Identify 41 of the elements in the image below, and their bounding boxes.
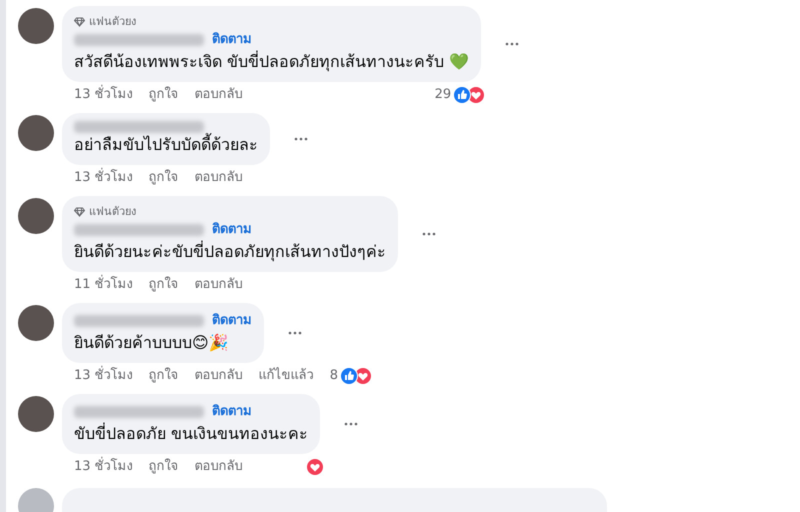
more-icon <box>344 422 358 426</box>
like-link[interactable]: ถูกใจ <box>148 85 179 105</box>
comment-time[interactable]: 11 ชั่วโมง <box>74 275 133 295</box>
more-icon <box>294 137 308 141</box>
reply-link[interactable]: ตอบกลับ <box>194 275 243 295</box>
reply-link[interactable]: ตอบกลับ <box>194 168 243 188</box>
comment-text: สวัสดีน้องเทพพระเจิด ขับขี่ปลอดภัยทุกเส้นทางนะครับ 💚 <box>74 50 470 74</box>
reaction-count[interactable]: 8 <box>330 366 338 386</box>
avatar[interactable] <box>18 198 54 234</box>
diamond-icon <box>74 17 85 27</box>
like-link[interactable]: ถูกใจ <box>148 366 179 386</box>
avatar[interactable] <box>18 396 54 432</box>
more-icon <box>288 331 302 335</box>
comment-text: อย่าลืมขับไปรับบัดดี้ด้วยละ <box>74 133 258 156</box>
reaction-count[interactable]: 29 <box>434 85 452 105</box>
more-icon <box>422 232 436 236</box>
avatar[interactable] <box>18 115 54 151</box>
comment-text: ขับขี่ปลอดภัย ขนเงินขนทองนะคะ <box>74 422 308 445</box>
fan-label: แฟนตัวยง <box>89 14 136 30</box>
fan-label: แฟนตัวยง <box>89 204 136 220</box>
avatar[interactable] <box>18 8 54 44</box>
like-link[interactable]: ถูกใจ <box>148 275 179 295</box>
reply-link[interactable]: ตอบกลับ <box>194 85 243 105</box>
avatar[interactable] <box>18 305 54 341</box>
comment-text: ยินดีด้วยนะค่ะขับขี่ปลอดภัยทุกเส้นทางปังๆค่ะ <box>74 240 386 264</box>
like-link[interactable]: ถูกใจ <box>148 168 179 188</box>
comment-text: ยินดีด้วยค้าบบบบ😊🎉 <box>74 332 230 354</box>
like-link[interactable]: ถูกใจ <box>148 457 179 477</box>
comment-time[interactable]: 13 ชั่วโมง <box>74 366 133 386</box>
comment-time[interactable]: 13 ชั่วโมง <box>74 85 133 105</box>
more-icon <box>505 42 520 46</box>
reply-link[interactable]: ตอบกลับ <box>194 366 243 386</box>
diamond-icon <box>74 207 85 217</box>
follow-link[interactable]: ติดตาม <box>212 311 252 331</box>
follow-link[interactable]: ติดตาม <box>212 220 252 240</box>
edited-label: แก้ไขแล้ว <box>258 366 314 386</box>
comment-time[interactable]: 13 ชั่วโมง <box>74 168 133 188</box>
follow-link[interactable]: ติดตาม <box>212 30 252 50</box>
follow-link[interactable]: ติดตาม <box>212 402 252 422</box>
comment-time[interactable]: 13 ชั่วโมง <box>74 457 133 477</box>
reply-link[interactable]: ตอบกลับ <box>194 457 243 477</box>
